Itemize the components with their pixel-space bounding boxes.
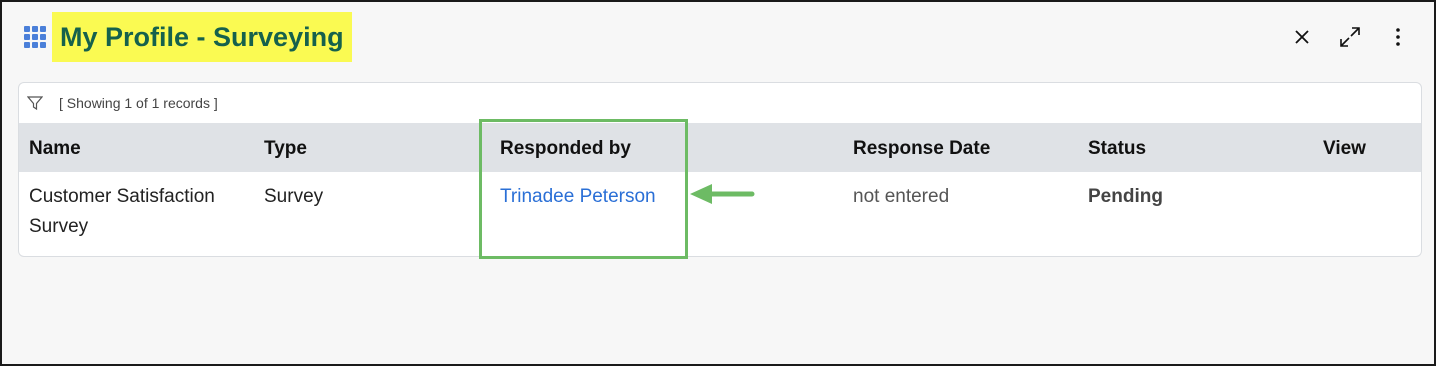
cell-name: Customer Satisfaction Survey [29,186,215,237]
column-header-type[interactable]: Type [264,138,307,160]
cell-response-date: not entered [853,186,950,207]
annotation-highlight-box [479,119,688,259]
title-highlight: My Profile - Surveying [52,12,352,62]
filter-icon[interactable] [27,95,43,111]
expand-button[interactable] [1335,22,1365,52]
cell-type: Survey [264,186,324,207]
table-header: Name Type Responded by Response Date Sta… [19,123,1421,172]
page-title: My Profile - Surveying [60,21,344,52]
more-vertical-icon [1396,28,1400,46]
records-table-card: [ Showing 1 of 1 records ] Name Type Res… [18,82,1422,257]
close-icon [1295,30,1309,44]
records-count: [ Showing 1 of 1 records ] [59,95,218,111]
annotation-arrow-icon [690,184,755,204]
column-header-response-date[interactable]: Response Date [853,138,990,160]
grid-icon[interactable] [24,26,46,48]
column-header-name[interactable]: Name [29,138,81,160]
more-options-button[interactable] [1383,22,1413,52]
expand-icon [1340,27,1360,47]
column-header-status[interactable]: Status [1088,138,1146,160]
window-frame: My Profile - Surveying [ Showing 1 of 1 … [0,0,1436,366]
close-button[interactable] [1287,22,1317,52]
header: My Profile - Surveying [2,2,1434,74]
status-badge: Pending [1088,186,1163,207]
column-header-view[interactable]: View [1323,138,1366,160]
